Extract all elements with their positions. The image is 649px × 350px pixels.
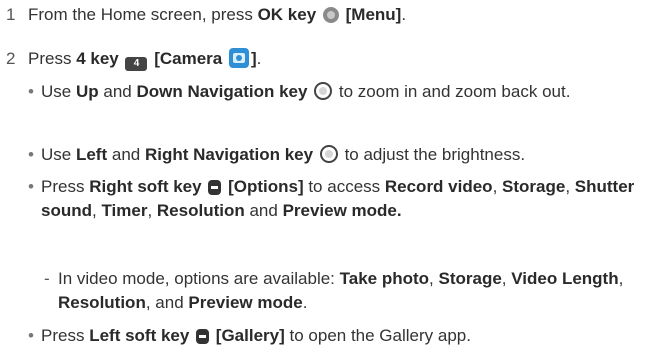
step-number: 2: [6, 49, 16, 68]
left-soft-key-label: Left soft key: [89, 326, 190, 345]
instruction-page: 1 From the Home screen, press OK key [Men…: [0, 0, 649, 350]
camera-label: [Camera: [154, 49, 223, 68]
options-label: [Options]: [228, 177, 304, 196]
option-video-length: Video Length: [511, 269, 619, 288]
step-text: From the Home screen, press: [28, 5, 258, 24]
step-2: 2 Press 4 key 4 [Camera ].: [6, 47, 261, 71]
soft-key-icon: [196, 329, 210, 344]
text: to open the Gallery app.: [284, 326, 471, 345]
sub-item-video-mode: - In video mode, options are available: …: [44, 267, 644, 315]
text: to access: [303, 177, 385, 196]
step-period: .: [256, 49, 262, 68]
text: to adjust the brightness.: [344, 145, 526, 164]
option-record-video: Record video: [384, 177, 493, 196]
bullet-dot: •: [28, 326, 34, 345]
option-resolution: Resolution: [58, 293, 146, 312]
text: and: [98, 82, 137, 101]
bullet-dot: •: [28, 177, 34, 196]
bullet-brightness: • Use Left and Right Navigation key to a…: [28, 143, 643, 167]
text: .: [302, 293, 308, 312]
text: ,: [565, 177, 575, 196]
down-nav-key-label: Down Navigation key: [136, 82, 308, 101]
text: Use: [41, 82, 76, 101]
left-key-label: Left: [75, 145, 108, 164]
soft-key-icon: [208, 180, 222, 195]
camera-app-icon: [228, 48, 249, 68]
text: and: [244, 201, 283, 220]
option-preview-mode: Preview mode.: [282, 201, 402, 220]
ok-key-icon: [322, 7, 339, 23]
step-text: Press: [28, 49, 77, 68]
option-take-photo: Take photo: [339, 269, 430, 288]
text: ,: [501, 269, 512, 288]
dash: -: [44, 269, 50, 288]
text: ,: [429, 269, 439, 288]
text: Use: [41, 145, 76, 164]
text: ,: [618, 269, 624, 288]
navigation-key-icon: [314, 82, 333, 100]
text: ,: [147, 201, 157, 220]
step-period: .: [401, 5, 407, 24]
option-storage: Storage: [502, 177, 566, 196]
bullet-dot: •: [28, 145, 34, 164]
text: to zoom in and zoom back out.: [338, 82, 571, 101]
navigation-key-icon: [319, 145, 338, 163]
option-preview-mode: Preview mode: [188, 293, 303, 312]
right-soft-key-label: Right soft key: [89, 177, 202, 196]
bullet-options: • Press Right soft key [Options] to acce…: [28, 175, 643, 223]
right-nav-key-label: Right Navigation key: [144, 145, 314, 164]
gallery-label: [Gallery]: [215, 326, 285, 345]
option-resolution: Resolution: [156, 201, 245, 220]
text: ,: [492, 177, 503, 196]
text: Press: [41, 177, 90, 196]
up-key-label: Up: [75, 82, 99, 101]
four-key-icon: 4: [125, 57, 148, 71]
step-number: 1: [6, 5, 16, 24]
key-label: 4 key: [76, 49, 119, 68]
text: and: [107, 145, 145, 164]
text: In video mode, options are available:: [58, 269, 340, 288]
option-timer: Timer: [101, 201, 148, 220]
bullet-gallery: • Press Left soft key [Gallery] to open …: [28, 324, 643, 348]
option-storage: Storage: [438, 269, 502, 288]
step-1: 1 From the Home screen, press OK key [Men…: [6, 3, 406, 27]
bullet-dot: •: [28, 82, 34, 101]
text: Press: [41, 326, 90, 345]
menu-label: [Menu]: [345, 5, 402, 24]
bullet-zoom: • Use Up and Down Navigation key to zoom…: [28, 80, 643, 104]
key-label: OK key: [257, 5, 317, 24]
text: , and: [145, 293, 189, 312]
